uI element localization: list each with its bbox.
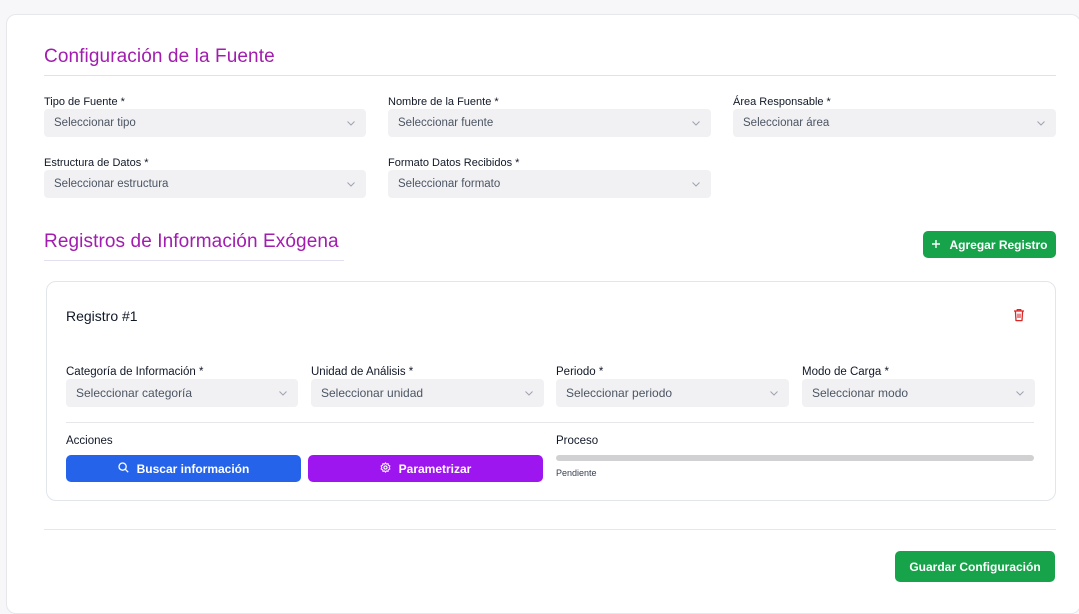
nombre-fuente-label: Nombre de la Fuente * [388, 96, 499, 108]
buscar-informacion-button[interactable]: Buscar información [66, 455, 301, 482]
modo-carga-select[interactable]: Seleccionar modo [802, 379, 1035, 407]
proceso-label: Proceso [556, 435, 599, 447]
modo-carga-label: Modo de Carga * [802, 366, 889, 378]
config-section-divider [44, 75, 1056, 76]
footer-divider [44, 529, 1056, 530]
periodo-label: Periodo * [556, 366, 604, 378]
estructura-datos-label: Estructura de Datos * [44, 157, 149, 169]
proceso-progress-bar [556, 455, 1034, 461]
tipo-fuente-placeholder: Seleccionar tipo [54, 117, 136, 129]
categoria-informacion-label: Categoría de Información * [66, 366, 204, 378]
chevron-down-icon [691, 179, 701, 189]
agregar-registro-button[interactable]: Agregar Registro [923, 231, 1056, 258]
unidad-analisis-label: Unidad de Análisis * [311, 366, 414, 378]
nombre-fuente-placeholder: Seleccionar fuente [398, 117, 494, 129]
buscar-informacion-label: Buscar información [136, 461, 250, 476]
estructura-datos-select[interactable]: Seleccionar estructura [44, 170, 366, 198]
modo-carga-placeholder: Seleccionar modo [812, 386, 909, 400]
registros-section-divider [44, 260, 344, 261]
trash-icon[interactable] [1013, 308, 1025, 322]
area-responsable-placeholder: Seleccionar área [743, 117, 830, 129]
chevron-down-icon [524, 388, 534, 398]
chevron-down-icon [346, 118, 356, 128]
categoria-informacion-select[interactable]: Seleccionar categoría [66, 379, 298, 407]
proceso-status: Pendiente [556, 468, 597, 478]
agregar-registro-label: Agregar Registro [949, 237, 1048, 252]
periodo-placeholder: Seleccionar periodo [566, 386, 673, 400]
unidad-analisis-placeholder: Seleccionar unidad [321, 386, 424, 400]
chevron-down-icon [1036, 118, 1046, 128]
parametrizar-button[interactable]: Parametrizar [308, 455, 543, 482]
chevron-down-icon [346, 179, 356, 189]
plus-icon [931, 238, 941, 252]
gear-icon [380, 461, 391, 476]
guardar-configuracion-button[interactable]: Guardar Configuración [895, 551, 1055, 582]
estructura-datos-placeholder: Seleccionar estructura [54, 178, 169, 190]
chevron-down-icon [1015, 388, 1025, 398]
registros-section-title: Registros de Información Exógena [44, 231, 339, 252]
chevron-down-icon [769, 388, 779, 398]
formato-datos-placeholder: Seleccionar formato [398, 178, 501, 190]
registro-title: Registro #1 [66, 308, 138, 324]
search-icon [117, 461, 129, 476]
nombre-fuente-select[interactable]: Seleccionar fuente [388, 109, 711, 137]
tipo-fuente-label: Tipo de Fuente * [44, 96, 125, 108]
formato-datos-select[interactable]: Seleccionar formato [388, 170, 711, 198]
categoria-informacion-placeholder: Seleccionar categoría [76, 386, 193, 400]
chevron-down-icon [691, 118, 701, 128]
unidad-analisis-select[interactable]: Seleccionar unidad [311, 379, 544, 407]
config-section-title: Configuración de la Fuente [44, 46, 275, 67]
area-responsable-label: Área Responsable * [733, 96, 831, 108]
registro-divider [66, 422, 1034, 423]
periodo-select[interactable]: Seleccionar periodo [556, 379, 789, 407]
chevron-down-icon [278, 388, 288, 398]
tipo-fuente-select[interactable]: Seleccionar tipo [44, 109, 366, 137]
acciones-label: Acciones [66, 435, 113, 447]
area-responsable-select[interactable]: Seleccionar área [733, 109, 1056, 137]
parametrizar-label: Parametrizar [398, 461, 472, 476]
formato-datos-label: Formato Datos Recibidos * [388, 157, 520, 169]
guardar-configuracion-label: Guardar Configuración [909, 559, 1041, 574]
